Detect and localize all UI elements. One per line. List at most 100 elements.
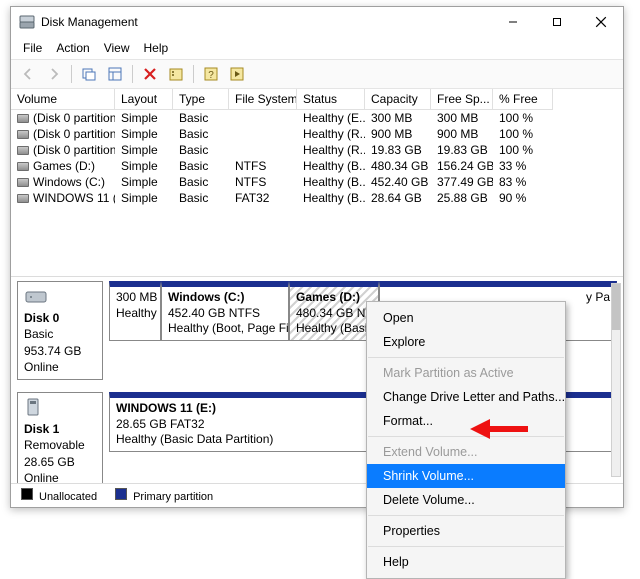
cell: (Disk 0 partition 1) (33, 111, 115, 125)
titlebar: Disk Management (11, 7, 623, 37)
partition-size: 300 MB (116, 290, 154, 306)
ctx-props[interactable]: Properties (367, 519, 565, 543)
minimize-button[interactable] (491, 7, 535, 37)
cell: 83 % (493, 174, 553, 190)
cell: WINDOWS 11 (E:) (33, 191, 115, 205)
disk-0-info[interactable]: Disk 0 Basic 953.74 GB Online (17, 281, 103, 380)
ctx-delete[interactable]: Delete Volume... (367, 488, 565, 512)
svg-text:?: ? (208, 70, 214, 81)
menu-action[interactable]: Action (50, 39, 95, 57)
cell (229, 126, 297, 142)
disk-1-info[interactable]: Disk 1 Removable 28.65 GB Online (17, 392, 103, 483)
separator (368, 546, 564, 547)
cell: (Disk 0 partition 6) (33, 143, 115, 157)
separator (368, 436, 564, 437)
refresh-button[interactable] (78, 63, 100, 85)
scrollbar[interactable] (611, 283, 621, 477)
swatch-unallocated (21, 488, 33, 500)
ctx-help[interactable]: Help (367, 550, 565, 574)
partition-block[interactable]: 300 MB Healthy (EI (109, 281, 161, 341)
menu-view[interactable]: View (98, 39, 136, 57)
cell: Simple (115, 174, 173, 190)
menu-help[interactable]: Help (138, 39, 175, 57)
ctx-change[interactable]: Change Drive Letter and Paths... (367, 385, 565, 409)
partition-title: WINDOWS 11 (E:) (116, 401, 216, 415)
table-body: (Disk 0 partition 1) Simple Basic Health… (11, 110, 623, 206)
table-row[interactable]: Windows (C:) Simple Basic NTFS Healthy (… (11, 174, 623, 190)
toolbar: ? (11, 59, 623, 89)
maximize-button[interactable] (535, 7, 579, 37)
ctx-format[interactable]: Format... (367, 409, 565, 433)
view-button[interactable] (104, 63, 126, 85)
action-button[interactable] (226, 63, 248, 85)
cell: Basic (173, 110, 229, 126)
separator (132, 65, 133, 83)
cell: Basic (173, 174, 229, 190)
legend-label: Primary partition (133, 491, 213, 503)
volume-icon (17, 162, 29, 171)
cell: 25.88 GB (431, 190, 493, 206)
help-button[interactable]: ? (200, 63, 222, 85)
cell: 900 MB (365, 126, 431, 142)
ctx-open[interactable]: Open (367, 306, 565, 330)
col-pct[interactable]: % Free (493, 89, 553, 110)
volume-icon (17, 146, 29, 155)
cell: Simple (115, 142, 173, 158)
ctx-mark: Mark Partition as Active (367, 361, 565, 385)
scrollbar-thumb[interactable] (612, 284, 620, 330)
col-volume[interactable]: Volume (11, 89, 115, 110)
cell: 480.34 GB (365, 158, 431, 174)
cell: Healthy (R... (297, 126, 365, 142)
partition-status: Healthy (Basic D (296, 321, 372, 337)
cell: Basic (173, 158, 229, 174)
table-row[interactable]: (Disk 0 partition 6) Simple Basic Health… (11, 142, 623, 158)
disk-state: Online (24, 359, 96, 375)
disk-kind: Removable (24, 437, 96, 453)
partition-title: Games (D:) (296, 290, 360, 304)
col-free[interactable]: Free Sp... (431, 89, 493, 110)
menubar: File Action View Help (11, 37, 623, 59)
cell: Healthy (E... (297, 110, 365, 126)
col-capacity[interactable]: Capacity (365, 89, 431, 110)
cell: FAT32 (229, 190, 297, 206)
cell (229, 110, 297, 126)
menu-file[interactable]: File (17, 39, 48, 57)
cell: 300 MB (365, 110, 431, 126)
cell: 33 % (493, 158, 553, 174)
partition-block[interactable]: Windows (C:) 452.40 GB NTFS Healthy (Boo… (161, 281, 289, 341)
separator (71, 65, 72, 83)
cell: 19.83 GB (365, 142, 431, 158)
table-row[interactable]: WINDOWS 11 (E:) Simple Basic FAT32 Healt… (11, 190, 623, 206)
cell: 100 % (493, 142, 553, 158)
col-status[interactable]: Status (297, 89, 365, 110)
partition-size: 480.34 GB NTFS (296, 306, 372, 322)
swatch-primary (115, 488, 127, 500)
partition-status: Healthy (Boot, Page File, Cra (168, 321, 282, 337)
close-button[interactable] (579, 7, 623, 37)
cell: Simple (115, 126, 173, 142)
delete-button[interactable] (139, 63, 161, 85)
col-fs[interactable]: File System (229, 89, 297, 110)
ctx-explore[interactable]: Explore (367, 330, 565, 354)
table-row[interactable]: (Disk 0 partition 5) Simple Basic Health… (11, 126, 623, 142)
col-type[interactable]: Type (173, 89, 229, 110)
annotation-arrow-icon (470, 417, 530, 441)
disk-label: Disk 0 (24, 311, 59, 325)
forward-button[interactable] (43, 63, 65, 85)
ctx-shrink[interactable]: Shrink Volume... (367, 464, 565, 488)
separator (193, 65, 194, 83)
table-header-row: Volume Layout Type File System Status Ca… (11, 89, 623, 110)
partition-size: 452.40 GB NTFS (168, 306, 282, 322)
window-title: Disk Management (41, 15, 491, 29)
cell: (Disk 0 partition 5) (33, 127, 115, 141)
properties-button[interactable] (165, 63, 187, 85)
table-row[interactable]: Games (D:) Simple Basic NTFS Healthy (B.… (11, 158, 623, 174)
back-button[interactable] (17, 63, 39, 85)
partition-title: Windows (C:) (168, 290, 245, 304)
cell: 100 % (493, 126, 553, 142)
disk-label: Disk 1 (24, 422, 59, 436)
col-layout[interactable]: Layout (115, 89, 173, 110)
cell: Healthy (B... (297, 174, 365, 190)
cell: Games (D:) (33, 159, 95, 173)
table-row[interactable]: (Disk 0 partition 1) Simple Basic Health… (11, 110, 623, 126)
